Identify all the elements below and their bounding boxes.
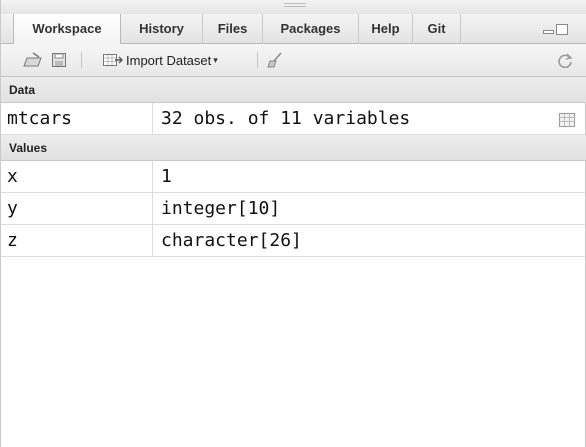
import-dataset-button[interactable]: Import Dataset ▾ — [103, 50, 218, 70]
tab-history[interactable]: History — [121, 14, 203, 44]
load-workspace-icon[interactable] — [23, 52, 43, 68]
import-dataset-icon — [103, 54, 123, 66]
import-dataset-label: Import Dataset — [126, 52, 212, 68]
variable-value: integer[10] — [161, 198, 281, 219]
variable-value: 1 — [161, 166, 172, 187]
toolbar-separator — [257, 52, 258, 68]
pane-drag-bar[interactable] — [1, 0, 586, 14]
tab-bar: Workspace History Files Packages Help Gi… — [1, 14, 586, 45]
variable-value: 32 obs. of 11 variables — [161, 108, 411, 129]
variable-name: z — [1, 225, 153, 256]
workspace-pane: Workspace History Files Packages Help Gi… — [0, 0, 586, 447]
window-controls — [543, 23, 569, 35]
section-header-data: Data — [1, 77, 586, 103]
tab-help[interactable]: Help — [359, 14, 413, 44]
view-table-icon[interactable] — [559, 113, 575, 127]
table-row[interactable]: y integer[10] — [1, 193, 586, 225]
clear-broom-icon[interactable] — [267, 52, 283, 68]
workspace-toolbar: Import Dataset ▾ — [1, 44, 586, 77]
drag-grip-icon[interactable] — [284, 3, 306, 7]
variable-name: mtcars — [1, 103, 153, 134]
refresh-icon[interactable] — [557, 52, 573, 68]
table-row[interactable]: z character[26] — [1, 225, 586, 257]
minimize-icon[interactable] — [543, 24, 569, 36]
variable-value: character[26] — [161, 230, 302, 251]
variable-name: y — [1, 193, 153, 224]
table-row[interactable]: mtcars 32 obs. of 11 variables — [1, 103, 586, 135]
chevron-down-icon: ▾ — [213, 54, 218, 65]
variable-name: x — [1, 161, 153, 192]
save-workspace-icon[interactable] — [51, 52, 67, 68]
tab-packages[interactable]: Packages — [263, 14, 359, 44]
section-header-values: Values — [1, 135, 586, 161]
tab-workspace[interactable]: Workspace — [13, 14, 121, 45]
toolbar-separator — [81, 52, 82, 68]
table-row[interactable]: x 1 — [1, 161, 586, 193]
tab-git[interactable]: Git — [413, 14, 461, 44]
tab-files[interactable]: Files — [203, 14, 263, 44]
